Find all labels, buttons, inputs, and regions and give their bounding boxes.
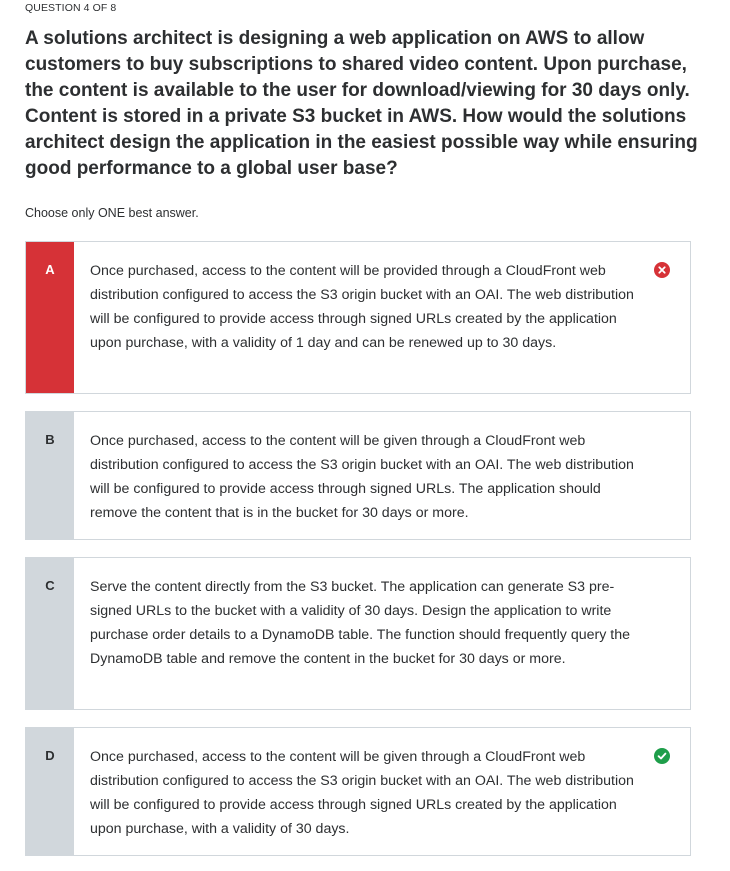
option-text: Once purchased, access to the content wi… xyxy=(90,263,634,351)
question-text: A solutions architect is designing a web… xyxy=(25,28,698,179)
answer-option-a[interactable]: A Once purchased, access to the content … xyxy=(25,241,691,394)
option-letter: A xyxy=(26,242,74,393)
option-letter: C xyxy=(26,558,74,709)
option-text: Serve the content directly from the S3 b… xyxy=(90,579,630,667)
option-text: Once purchased, access to the content wi… xyxy=(90,433,634,521)
question-counter: QUESTION 4 OF 8 xyxy=(25,2,117,14)
option-text: Once purchased, access to the content wi… xyxy=(90,749,634,837)
option-letter: D xyxy=(26,728,74,855)
option-letter: B xyxy=(26,412,74,539)
x-circle-icon xyxy=(654,262,670,278)
answer-instruction: Choose only ONE best answer. xyxy=(25,206,199,220)
answer-option-c[interactable]: C Serve the content directly from the S3… xyxy=(25,557,691,710)
answer-option-d[interactable]: D Once purchased, access to the content … xyxy=(25,727,691,856)
answer-option-b[interactable]: B Once purchased, access to the content … xyxy=(25,411,691,540)
check-circle-icon xyxy=(654,748,670,764)
